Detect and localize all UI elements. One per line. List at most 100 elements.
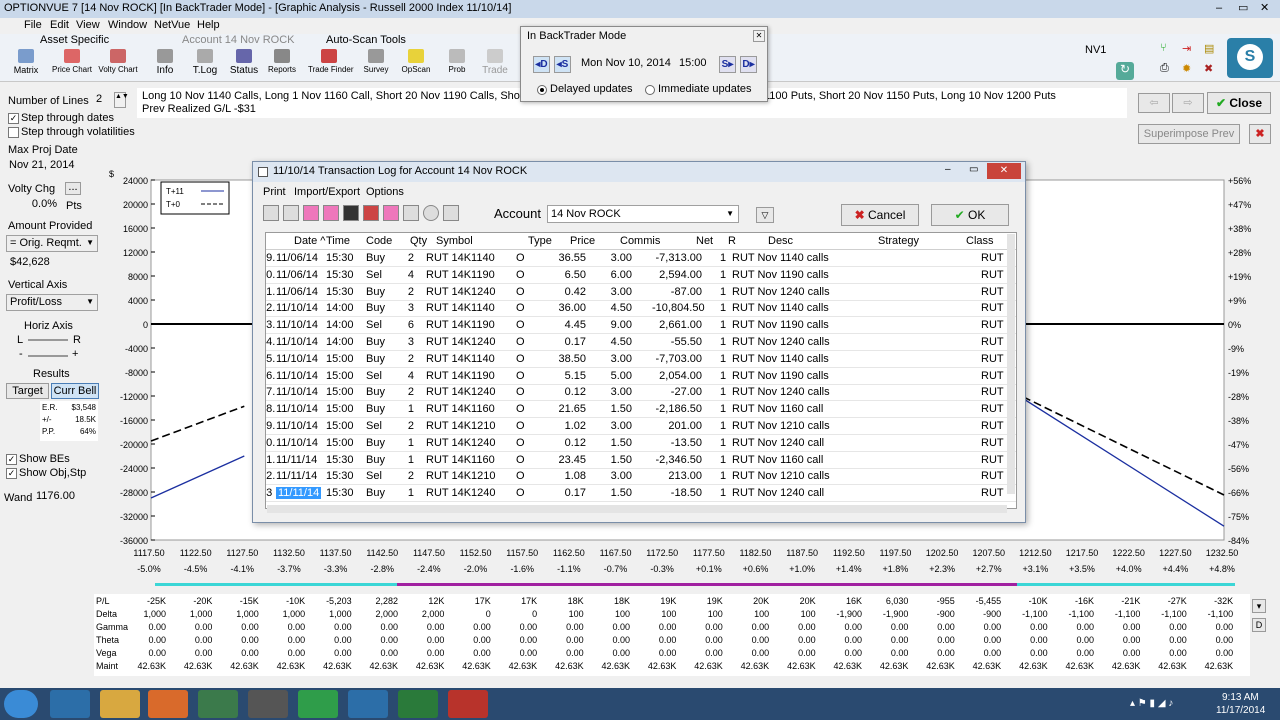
explorer-icon[interactable] — [100, 690, 140, 718]
find-icon[interactable] — [363, 205, 379, 221]
menu-file[interactable]: File — [24, 19, 42, 31]
prev-step-button[interactable]: ◂S — [554, 56, 571, 73]
backtrader-close-icon[interactable]: ✕ — [753, 30, 765, 42]
column-header[interactable]: Type — [528, 235, 552, 247]
num-lines-value[interactable]: 2 — [93, 92, 111, 108]
trade-button[interactable]: Trade — [474, 48, 516, 80]
print-icon[interactable] — [263, 205, 279, 221]
maximize-icon[interactable]: ▭ — [1238, 1, 1248, 14]
table-row[interactable]: 38.11/10/1415:00Buy1RUT 14K1160O21.651.5… — [266, 401, 1016, 419]
column-header[interactable]: Date ^ — [294, 235, 325, 247]
table-scrollbar[interactable] — [1007, 234, 1015, 494]
dialog-menu-print[interactable]: Print — [263, 186, 286, 198]
forward-arrow-button[interactable]: ⇨ — [1172, 93, 1204, 113]
backtrader-time[interactable]: 15:00 — [679, 57, 707, 69]
table-row[interactable]: 37.11/10/1415:00Buy2RUT 14K1240O0.123.00… — [266, 384, 1016, 402]
preview-icon[interactable] — [283, 205, 299, 221]
opscan-button[interactable]: OpScan — [395, 48, 437, 80]
menu-netvue[interactable]: NetVue — [154, 19, 190, 31]
menu-window[interactable]: Window — [108, 19, 147, 31]
amount-select[interactable]: = Orig. Reqmt. ▼ — [6, 235, 98, 252]
target-button[interactable]: Target — [6, 383, 49, 399]
horiz-zoom-slider[interactable] — [28, 355, 68, 357]
dialog-menu-import-export[interactable]: Import/Export — [294, 186, 360, 198]
step-dates-checkbox[interactable]: ✓ — [8, 113, 19, 124]
volty-more-button[interactable]: ... — [65, 182, 81, 195]
status-button[interactable]: Status — [223, 48, 265, 80]
delete-icon[interactable] — [383, 205, 399, 221]
prob-button[interactable]: Prob — [436, 48, 478, 80]
column-header[interactable]: Qty — [410, 235, 427, 247]
column-header[interactable]: R — [728, 235, 736, 247]
num-lines-spinner[interactable]: ▲▼ — [114, 92, 129, 108]
matrix-button[interactable]: Matrix — [5, 48, 47, 80]
insert-icon[interactable] — [323, 205, 339, 221]
close-icon[interactable]: ✕ — [1260, 1, 1269, 14]
account-select[interactable]: 14 Nov ROCK ▼ — [547, 205, 739, 223]
trade-finder-button[interactable]: Trade Finder — [308, 48, 354, 80]
superimpose-prev-button[interactable]: Superimpose Prev — [1138, 124, 1240, 144]
table-row[interactable]: 34.11/10/1414:00Buy3RUT 14K1240O0.174.50… — [266, 334, 1016, 351]
green-app-icon[interactable] — [298, 690, 338, 718]
excel-icon[interactable] — [398, 690, 438, 718]
greeks-detail-button[interactable]: D — [1252, 618, 1266, 632]
exit-icon[interactable]: ⇥ — [1182, 42, 1191, 55]
volty-chart-button[interactable]: Volty Chart — [97, 48, 139, 80]
expand-button[interactable]: ▽ — [756, 207, 774, 223]
video-icon[interactable] — [448, 690, 488, 718]
column-header[interactable]: Desc — [768, 235, 793, 247]
table-row[interactable]: 42.11/11/1415:30Sel2RUT 14K1210O1.083.00… — [266, 468, 1016, 486]
table-row[interactable]: 4311/11/1415:30Buy1RUT 14K1240O0.171.50-… — [266, 485, 1016, 503]
tlog-button[interactable]: T.Log — [184, 48, 226, 80]
column-header[interactable]: Symbol — [436, 235, 473, 247]
column-header[interactable]: Code — [366, 235, 392, 247]
edit-icon[interactable] — [403, 205, 419, 221]
info-button[interactable]: Info — [144, 48, 186, 80]
note-icon[interactable]: ▤ — [1204, 42, 1214, 55]
optionvue-taskbar-icon[interactable] — [198, 690, 238, 718]
price-chart-button[interactable]: Price Chart — [51, 48, 93, 80]
column-header[interactable]: Price — [570, 235, 595, 247]
snowflake-icon[interactable] — [348, 690, 388, 718]
next-day-button[interactable]: D▸ — [740, 56, 757, 73]
table-row[interactable]: 33.11/10/1414:00Sel6RUT 14K1190O4.459.00… — [266, 317, 1016, 335]
immediate-radio[interactable] — [645, 85, 655, 95]
binoculars-icon[interactable] — [343, 205, 359, 221]
show-bes-checkbox[interactable]: ✓ — [6, 454, 17, 465]
gear-icon[interactable]: ✹ — [1182, 62, 1191, 75]
start-button[interactable] — [4, 690, 38, 718]
column-header[interactable]: Time — [326, 235, 350, 247]
dialog-close-icon[interactable]: ✕ — [987, 163, 1021, 179]
column-header[interactable]: Net — [696, 235, 713, 247]
camera-icon[interactable] — [248, 690, 288, 718]
backtrader-date[interactable]: Mon Nov 10, 2014 — [581, 57, 671, 69]
curr-bell-button[interactable]: Curr Bell — [51, 383, 99, 399]
table-row[interactable]: 41.11/11/1415:30Buy1RUT 14K1160O23.451.5… — [266, 452, 1016, 469]
fork-icon[interactable]: ⑂ — [1160, 42, 1167, 54]
wand-field[interactable]: 1176.00 — [33, 489, 83, 505]
account-group-label[interactable]: Account 14 Nov ROCK — [182, 34, 295, 46]
column-header[interactable]: As — [1016, 235, 1017, 247]
menu-edit[interactable]: Edit — [50, 19, 69, 31]
table-row[interactable]: 39.11/10/1415:00Sel2RUT 14K1210O1.023.00… — [266, 418, 1016, 435]
table-row[interactable]: 40.11/10/1415:00Buy1RUT 14K1240O0.121.50… — [266, 435, 1016, 452]
dialog-menu-options[interactable]: Options — [366, 186, 404, 198]
greeks-toggle-button[interactable]: ▾ — [1252, 599, 1266, 613]
ok-button[interactable]: ✔ OK — [931, 204, 1009, 226]
delayed-radio[interactable] — [537, 85, 547, 95]
cancel-button[interactable]: ✖ Cancel — [841, 204, 919, 226]
tools-icon[interactable]: ✖ — [1204, 62, 1213, 75]
menu-view[interactable]: View — [76, 19, 100, 31]
next-step-button[interactable]: S▸ — [719, 56, 736, 73]
ie-icon[interactable] — [50, 690, 90, 718]
column-header[interactable]: Strategy — [878, 235, 919, 247]
show-obj-checkbox[interactable]: ✓ — [6, 468, 17, 479]
survey-button[interactable]: Survey — [355, 48, 397, 80]
firefox-icon[interactable] — [148, 690, 188, 718]
dialog-maximize-icon[interactable]: ▭ — [969, 164, 978, 175]
table-row[interactable]: 36.11/10/1415:00Sel4RUT 14K1190O5.155.00… — [266, 368, 1016, 385]
print-icon[interactable]: ⎙ — [1160, 62, 1169, 75]
dialog-minimize-icon[interactable]: – — [945, 164, 951, 175]
table-row[interactable]: 30.11/06/1415:30Sel4RUT 14K1190O6.506.00… — [266, 267, 1016, 284]
table-hscrollbar[interactable] — [267, 505, 1007, 513]
